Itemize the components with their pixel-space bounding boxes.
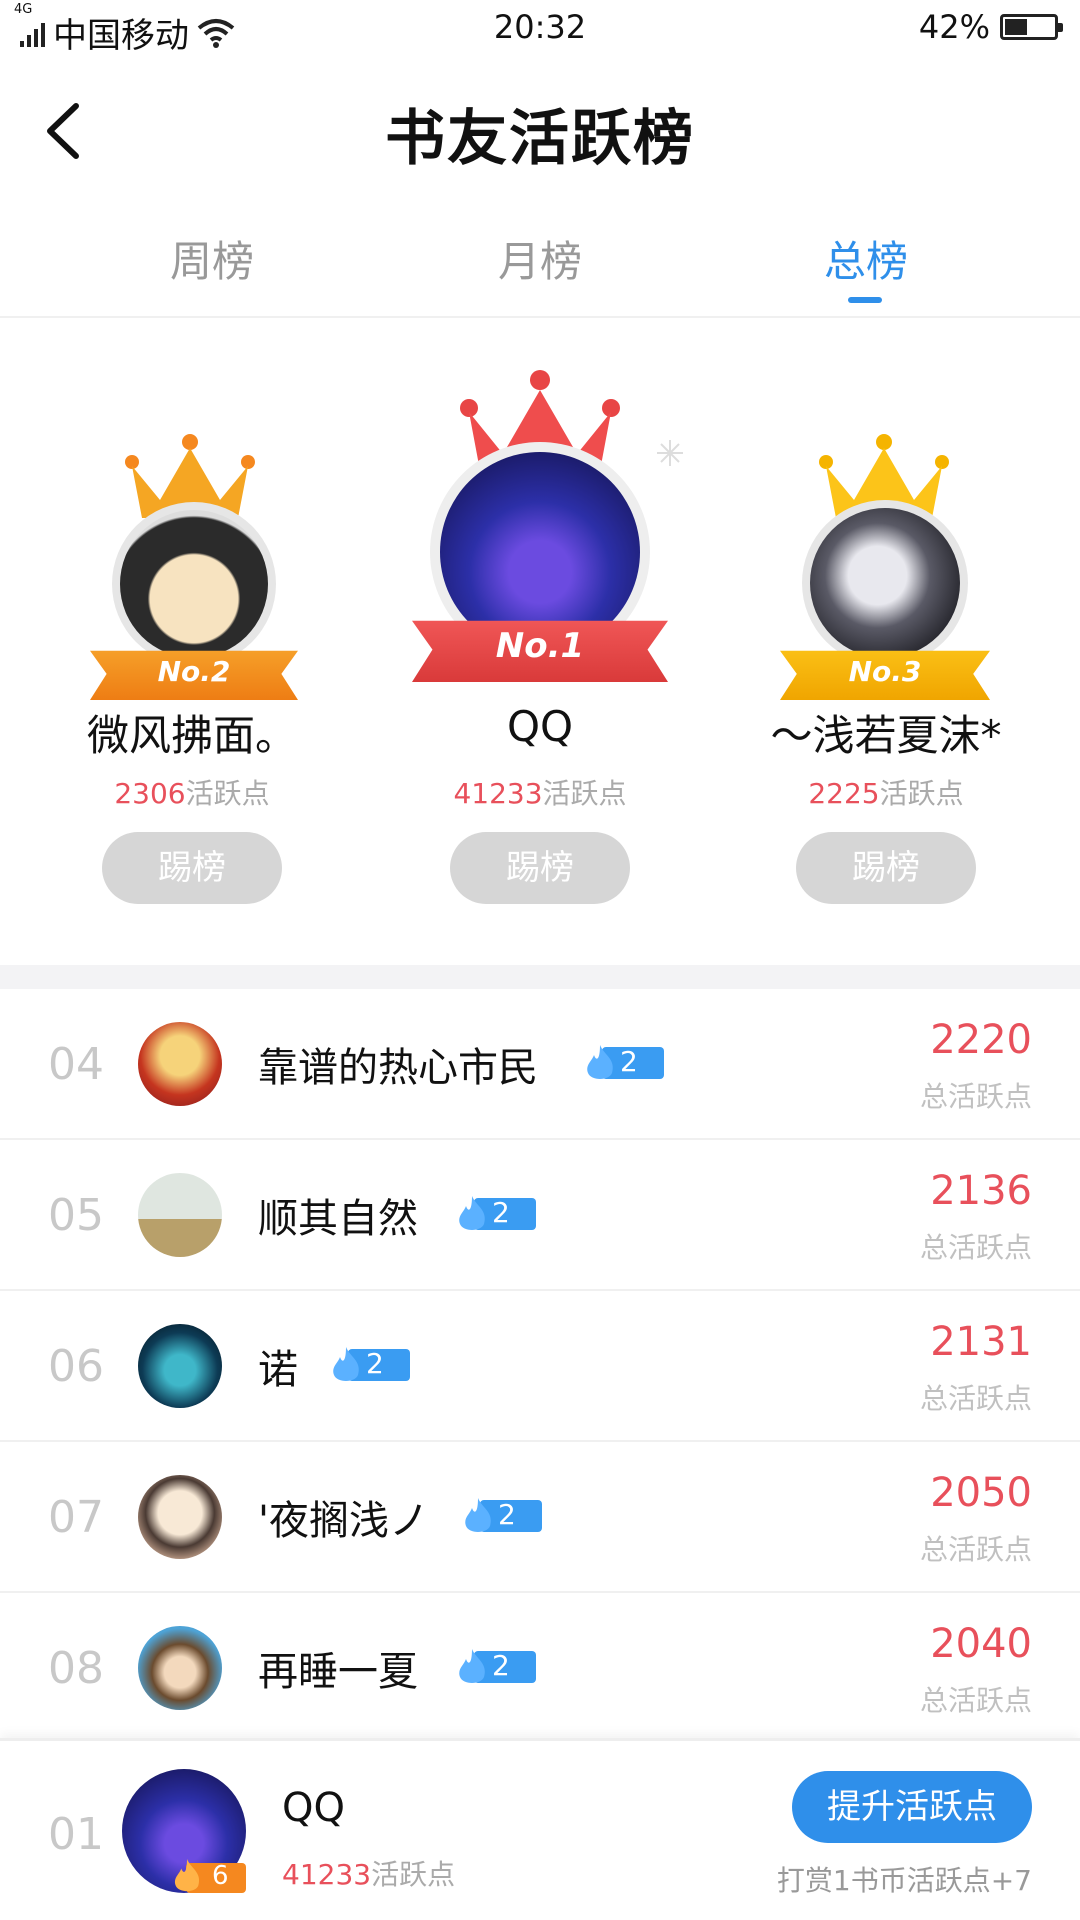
avatar[interactable] — [138, 1626, 222, 1710]
kick-button[interactable]: 踢榜 — [102, 832, 282, 904]
level-number: 2 — [366, 1347, 384, 1380]
avatar[interactable] — [810, 508, 960, 658]
flame-icon — [333, 1347, 359, 1381]
flame-icon — [459, 1196, 485, 1230]
rank-number: 07 — [48, 1492, 104, 1543]
user-name: '夜搁浅ノ — [258, 1498, 429, 1544]
rank-number: 04 — [48, 1039, 104, 1090]
kick-button[interactable]: 踢榜 — [796, 832, 976, 904]
flame-icon — [174, 1859, 200, 1892]
sparkle-icon — [657, 440, 683, 466]
tab-indicator — [848, 297, 882, 303]
user-name: 微风拂面。 — [86, 711, 297, 760]
level-badge: 2 — [454, 1647, 538, 1685]
rank-ribbon: No.2 — [90, 650, 298, 700]
score-label: 总活跃点 — [919, 1231, 1032, 1264]
score-label: 总活跃点 — [919, 1684, 1032, 1717]
flame-icon — [465, 1498, 491, 1532]
score-label: 总活跃点 — [919, 1382, 1032, 1415]
battery-icon — [1000, 14, 1063, 40]
level-badge: 2 — [460, 1496, 544, 1534]
score-value: 2040 — [930, 1621, 1032, 1667]
user-score: 2225活跃点 — [808, 777, 964, 810]
flame-icon — [587, 1045, 613, 1079]
level-badge: 6 — [170, 1859, 246, 1893]
score-value: 2131 — [930, 1319, 1032, 1365]
user-score: 2306活跃点 — [114, 777, 270, 810]
podium: No.2 微风拂面。 2306活跃点 踢榜 No.1 QQ 41233活跃点 踢… — [0, 320, 1080, 960]
level-number: 2 — [498, 1498, 516, 1531]
my-rank-bar: 01 6 QQ 41233活跃点 提升活跃点 打赏1书币活跃点+7 — [0, 1738, 1080, 1920]
level-badge: 2 — [328, 1345, 412, 1383]
user-score: 41233活跃点 — [282, 1858, 456, 1891]
user-name: 再睡一夏 — [258, 1649, 418, 1695]
top-bar: 书友活跃榜 — [0, 60, 1080, 200]
battery-percent: 42% — [918, 8, 990, 46]
avatar[interactable] — [138, 1475, 222, 1559]
score-label: 总活跃点 — [919, 1533, 1032, 1566]
avatar[interactable] — [138, 1324, 222, 1408]
list-item[interactable]: 08 再睡一夏 2 2040 总活跃点 — [0, 1593, 1080, 1744]
tab-monthly[interactable]: 月榜 — [440, 228, 640, 289]
list-item[interactable]: 07 '夜搁浅ノ 2 2050 总活跃点 — [0, 1442, 1080, 1593]
rank-label: No.3 — [848, 654, 922, 688]
user-name: ～浅若夏沫* — [770, 711, 1002, 760]
level-number: 2 — [492, 1649, 510, 1682]
user-name: QQ — [282, 1785, 345, 1831]
level-badge: 2 — [582, 1043, 666, 1081]
tab-weekly[interactable]: 周榜 — [112, 228, 312, 289]
user-name: QQ — [506, 702, 574, 751]
reward-tip: 打赏1书币活跃点+7 — [776, 1864, 1032, 1897]
avatar[interactable] — [138, 1173, 222, 1257]
level-badge: 2 — [454, 1194, 538, 1232]
rank-number: 08 — [48, 1643, 104, 1694]
status-bar: 4G 中国移动 20:32 42% — [0, 0, 1080, 56]
level-number: 2 — [492, 1196, 510, 1229]
kick-button[interactable]: 踢榜 — [450, 832, 630, 904]
user-name: 顺其自然 — [258, 1196, 418, 1242]
rank-number: 05 — [48, 1190, 104, 1241]
flame-icon — [459, 1649, 485, 1683]
rank-label: No.1 — [495, 626, 585, 666]
user-score: 41233活跃点 — [453, 777, 627, 810]
boost-activity-button[interactable]: 提升活跃点 — [792, 1771, 1032, 1843]
section-divider — [0, 965, 1080, 989]
score-label: 总活跃点 — [919, 1080, 1032, 1113]
score-value: 2220 — [930, 1017, 1032, 1063]
rank-ribbon: No.3 — [780, 650, 990, 700]
rank-label: No.2 — [157, 654, 231, 688]
tab-overall[interactable]: 总榜 — [766, 228, 966, 289]
avatar[interactable] — [120, 510, 268, 658]
score-value: 2050 — [930, 1470, 1032, 1516]
list-item[interactable]: 05 顺其自然 2 2136 总活跃点 — [0, 1140, 1080, 1291]
rank-number: 06 — [48, 1341, 104, 1392]
user-name: 诺 — [258, 1347, 298, 1393]
tab-bar: 周榜 月榜 总榜 — [0, 200, 1080, 318]
avatar[interactable] — [138, 1022, 222, 1106]
score-value: 2136 — [930, 1168, 1032, 1214]
level-number: 6 — [212, 1861, 229, 1891]
list-item[interactable]: 04 靠谱的热心市民 2 2220 总活跃点 — [0, 989, 1080, 1140]
level-number: 2 — [620, 1045, 638, 1078]
page-title: 书友活跃榜 — [385, 104, 695, 174]
status-right: 42% — [918, 8, 1063, 46]
list-item[interactable]: 06 诺 2 2131 总活跃点 — [0, 1291, 1080, 1442]
rank-number: 01 — [48, 1809, 104, 1860]
ranking-list: 04 靠谱的热心市民 2 2220 总活跃点 05 顺其自然 2 2136 总活… — [0, 989, 1080, 1744]
user-name: 靠谱的热心市民 — [258, 1045, 538, 1091]
